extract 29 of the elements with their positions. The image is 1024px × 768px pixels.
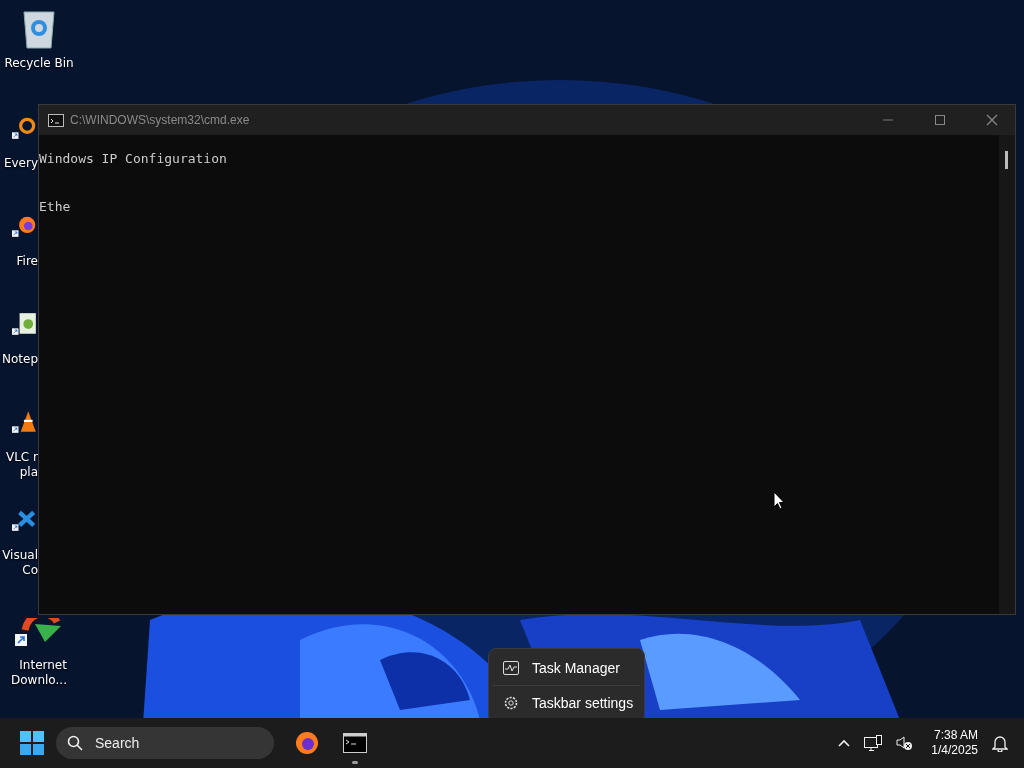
clock[interactable]: 7:38 AM 1/4/2025 <box>931 728 978 758</box>
search-bar[interactable]: Search <box>56 727 274 759</box>
start-icon[interactable] <box>20 731 44 755</box>
window-title: C:\WINDOWS\system32\cmd.exe <box>70 113 250 127</box>
close-icon <box>986 114 998 126</box>
console-text: Ethe <box>39 199 72 215</box>
icon-label: Fire <box>16 254 38 269</box>
recycle-bin-icon[interactable] <box>20 8 58 50</box>
chevron-up-icon[interactable] <box>838 739 851 747</box>
icon-label: Visual Co <box>2 548 38 578</box>
icon-label: Notep <box>1 352 38 367</box>
console-app-icon <box>48 113 64 127</box>
network-icon[interactable] <box>864 734 883 752</box>
maximize-icon <box>934 114 946 126</box>
notification-bell-icon[interactable] <box>992 734 1008 752</box>
activity-monitor-icon <box>503 661 519 675</box>
console-text: Windows IP Configuration <box>39 151 228 167</box>
menu-item[interactable]: Task Manager <box>493 651 640 685</box>
icon-label: Internet Downlo... <box>11 658 67 688</box>
settings-icon <box>503 695 519 711</box>
cursor-icon <box>773 491 785 510</box>
search-icon <box>67 735 83 751</box>
icon-label: VLC r pla <box>5 450 38 480</box>
terminal-icon[interactable] <box>343 733 367 753</box>
muted-speaker-icon[interactable] <box>896 735 914 751</box>
scrollbar[interactable] <box>999 135 1015 614</box>
icon-label: Recycle Bin <box>4 56 74 71</box>
icon-label: Every <box>3 156 38 171</box>
search-field[interactable]: Search <box>93 734 247 752</box>
